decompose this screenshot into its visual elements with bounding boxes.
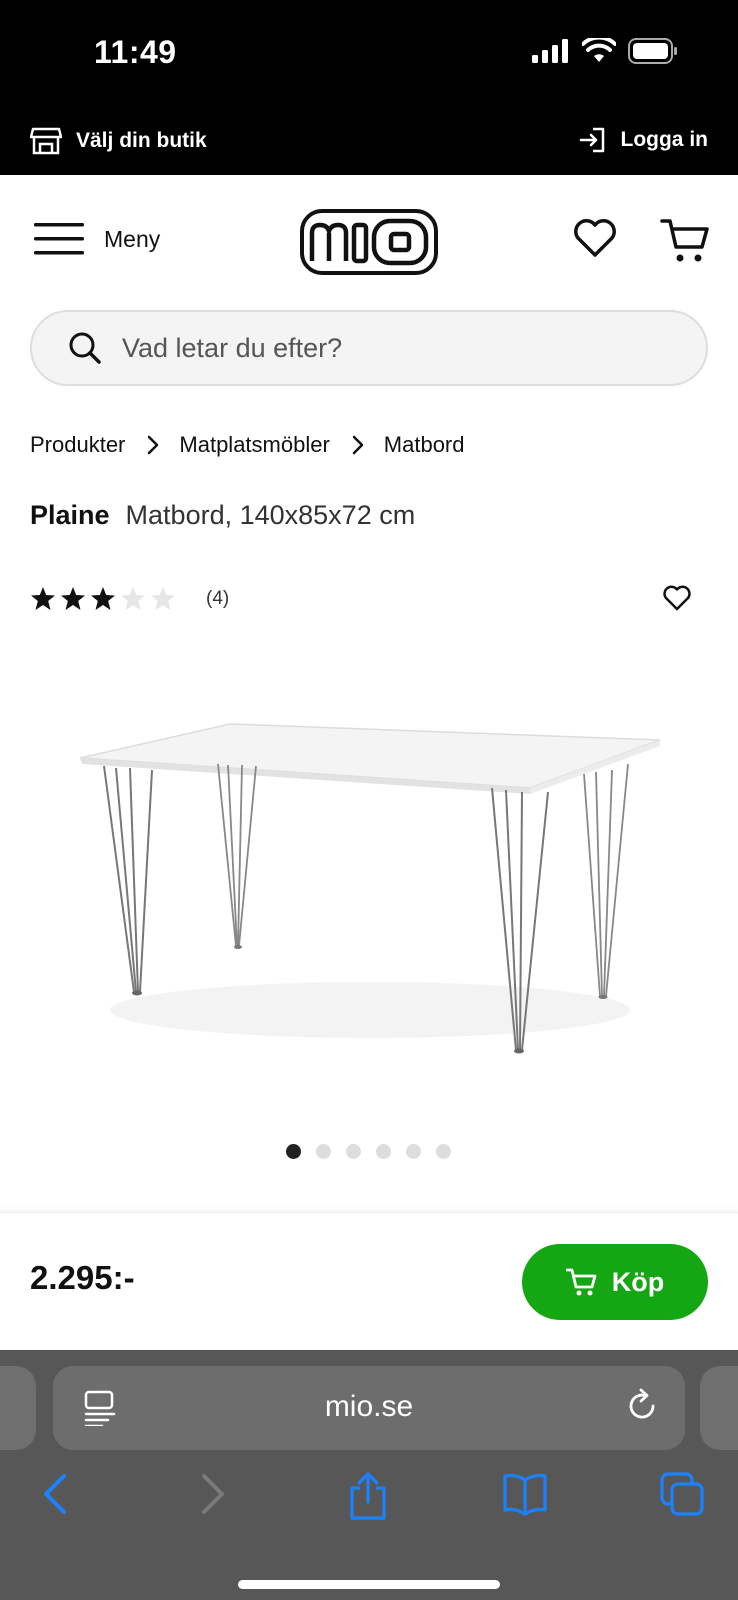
product-rating[interactable]: (4) xyxy=(30,586,229,612)
carousel-dot[interactable] xyxy=(436,1144,451,1159)
select-store-label: Välj din butik xyxy=(76,129,207,152)
wifi-icon xyxy=(582,38,616,62)
breadcrumb-item-matplatsmobler[interactable]: Matplatsmöbler xyxy=(179,432,329,458)
cart-button[interactable] xyxy=(660,217,710,270)
next-tab-preview[interactable] xyxy=(700,1366,738,1450)
search-input[interactable] xyxy=(122,332,642,364)
mio-logo[interactable] xyxy=(300,209,438,280)
site-header: Meny xyxy=(0,175,738,305)
menu-button[interactable]: Meny xyxy=(34,221,160,257)
product-image[interactable] xyxy=(60,680,680,1100)
carousel-dot[interactable] xyxy=(286,1144,301,1159)
wishlist-button[interactable] xyxy=(572,217,618,264)
status-icons xyxy=(532,38,678,64)
carousel-dot[interactable] xyxy=(406,1144,421,1159)
browser-nav-row xyxy=(0,1472,738,1532)
heart-icon xyxy=(574,219,616,257)
image-carousel-dots xyxy=(286,1144,451,1159)
product-brand: Plaine xyxy=(30,500,110,530)
buy-bar: 2.295:- Köp xyxy=(0,1212,738,1350)
status-bar: 11:49 xyxy=(0,0,738,110)
chevron-right-icon xyxy=(147,435,159,455)
carousel-dot[interactable] xyxy=(376,1144,391,1159)
browser-toolbar: mio.se xyxy=(0,1350,738,1600)
reload-icon[interactable] xyxy=(627,1388,659,1429)
dining-table-image xyxy=(79,723,661,1054)
top-bar: Välj din butik Logga in xyxy=(0,110,738,175)
logo-graphic xyxy=(300,209,438,275)
product-title: Plaine Matbord, 140x85x72 cm xyxy=(30,500,415,531)
carousel-dot[interactable] xyxy=(316,1144,331,1159)
breadcrumb-item-matbord[interactable]: Matbord xyxy=(384,432,465,458)
product-description: Matbord, 140x85x72 cm xyxy=(125,500,416,530)
signal-icon xyxy=(532,39,568,63)
search-bar[interactable] xyxy=(30,310,708,386)
address-bar[interactable]: mio.se xyxy=(53,1366,685,1450)
share-icon[interactable] xyxy=(348,1472,388,1527)
add-to-wishlist-button[interactable] xyxy=(662,584,692,617)
breadcrumb: Produkter Matplatsmöbler Matbord xyxy=(30,432,465,458)
hamburger-icon xyxy=(34,223,84,255)
star-rating-icon xyxy=(31,587,175,610)
chevron-right-icon xyxy=(352,435,364,455)
tabs-icon[interactable] xyxy=(660,1472,704,1521)
select-store-link[interactable]: Välj din butik xyxy=(30,126,207,156)
previous-tab-preview[interactable] xyxy=(0,1366,36,1450)
cart-icon xyxy=(660,219,709,262)
menu-label: Meny xyxy=(104,225,161,252)
breadcrumb-item-produkter[interactable]: Produkter xyxy=(30,432,125,458)
login-icon xyxy=(579,127,604,153)
buy-button[interactable]: Köp xyxy=(522,1244,708,1320)
login-label: Logga in xyxy=(620,128,709,151)
url-text: mio.se xyxy=(324,1390,414,1423)
heart-outline-icon xyxy=(663,585,691,611)
back-icon[interactable] xyxy=(40,1472,70,1521)
forward-icon[interactable] xyxy=(198,1472,228,1521)
battery-icon xyxy=(628,38,677,64)
product-price: 2.295:- xyxy=(30,1259,135,1296)
carousel-dot[interactable] xyxy=(346,1144,361,1159)
buy-label: Köp xyxy=(611,1266,665,1297)
review-count: (4) xyxy=(206,588,230,609)
home-indicator[interactable] xyxy=(238,1580,500,1589)
status-time: 11:49 xyxy=(94,34,177,70)
store-icon xyxy=(30,127,62,155)
login-link[interactable]: Logga in xyxy=(579,126,709,154)
bookmarks-icon[interactable] xyxy=(502,1472,548,1521)
cart-icon xyxy=(565,1268,597,1296)
search-icon xyxy=(68,331,102,365)
